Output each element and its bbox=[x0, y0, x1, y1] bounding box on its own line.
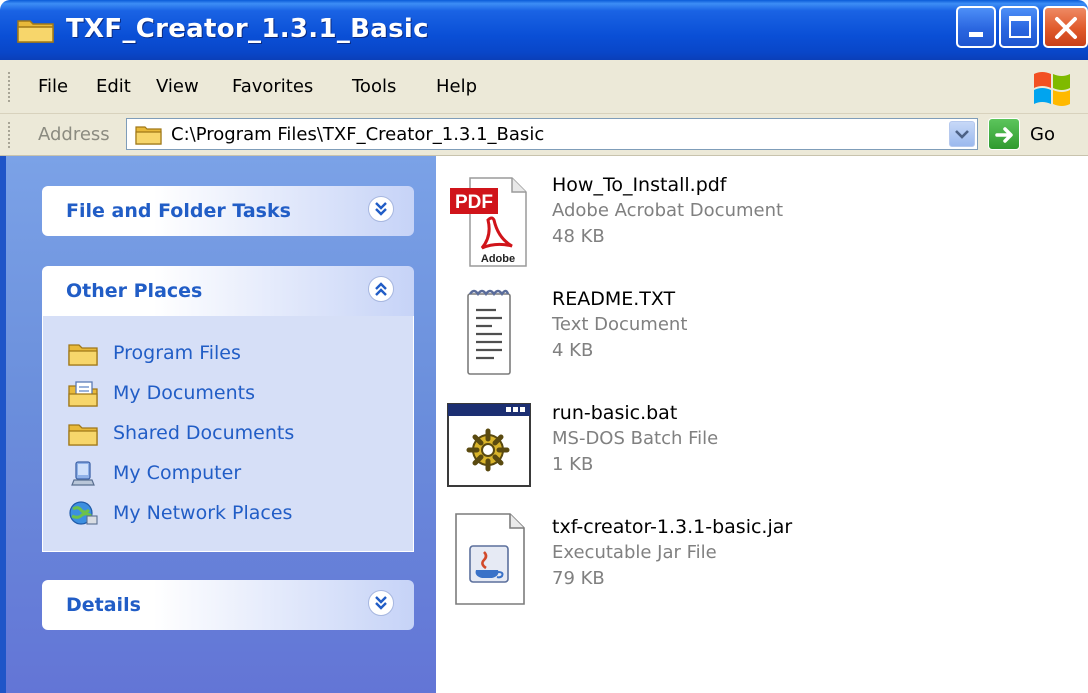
network-places-icon bbox=[69, 501, 98, 525]
file-item-readme[interactable]: README.TXT Text Document 4 KB bbox=[444, 284, 1064, 390]
file-size: 1 KB bbox=[552, 454, 594, 475]
maximize-button[interactable] bbox=[999, 6, 1039, 48]
menu-help[interactable]: Help bbox=[436, 76, 477, 97]
my-documents-icon bbox=[68, 381, 98, 407]
file-type: MS-DOS Batch File bbox=[552, 428, 719, 449]
file-name: run-basic.bat bbox=[552, 402, 678, 424]
place-label: My Documents bbox=[113, 382, 256, 404]
chevron-down-icon bbox=[955, 130, 969, 139]
expand-chevron-icon[interactable] bbox=[368, 196, 394, 222]
collapse-chevron-icon[interactable] bbox=[368, 276, 394, 302]
expand-chevron-icon[interactable] bbox=[368, 590, 394, 616]
pdf-file-icon: PDF Adobe bbox=[450, 177, 527, 267]
place-label: Program Files bbox=[113, 342, 241, 364]
go-label: Go bbox=[1030, 124, 1055, 145]
pdf-icon-text: PDF bbox=[455, 192, 493, 213]
adobe-icon-text: Adobe bbox=[481, 253, 515, 265]
file-type: Adobe Acrobat Document bbox=[552, 200, 784, 221]
other-places-header[interactable]: Other Places bbox=[42, 266, 414, 316]
jar-file-icon bbox=[455, 513, 525, 605]
file-size: 48 KB bbox=[552, 226, 605, 247]
file-name: How_To_Install.pdf bbox=[552, 174, 727, 196]
address-bar-grip[interactable] bbox=[8, 122, 14, 148]
panel-title: Other Places bbox=[66, 280, 203, 302]
place-item-my-network-places[interactable]: My Network Places bbox=[67, 496, 397, 532]
explorer-window: TXF_Creator_1.3.1_Basic File Edit View F… bbox=[0, 0, 1088, 693]
file-item-how-to-install[interactable]: PDF Adobe How_To_Install.pdf Adobe Acrob… bbox=[444, 170, 1064, 276]
file-list: PDF Adobe How_To_Install.pdf Adobe Acrob… bbox=[436, 156, 1088, 693]
address-dropdown-button[interactable] bbox=[949, 121, 975, 147]
place-item-my-documents[interactable]: My Documents bbox=[67, 376, 397, 412]
menu-bar: File Edit View Favorites Tools Help bbox=[0, 60, 1088, 114]
menu-view[interactable]: View bbox=[156, 76, 199, 97]
menu-edit[interactable]: Edit bbox=[96, 76, 131, 97]
place-item-shared-documents[interactable]: Shared Documents bbox=[67, 416, 397, 452]
minimize-icon bbox=[969, 32, 983, 37]
go-arrow-icon bbox=[988, 118, 1020, 150]
folder-icon bbox=[17, 20, 54, 43]
file-size: 4 KB bbox=[552, 340, 594, 361]
window-title: TXF_Creator_1.3.1_Basic bbox=[66, 14, 429, 44]
file-folder-tasks-panel: File and Folder Tasks bbox=[42, 186, 414, 236]
file-size: 79 KB bbox=[552, 568, 605, 589]
batch-file-icon bbox=[447, 403, 531, 487]
place-label: My Computer bbox=[113, 462, 242, 484]
other-places-panel: Other Places Program Files My Documents … bbox=[42, 266, 414, 552]
close-icon bbox=[1055, 17, 1077, 39]
panel-title: File and Folder Tasks bbox=[66, 200, 291, 222]
details-panel: Details bbox=[42, 580, 414, 630]
file-item-run-basic-bat[interactable]: run-basic.bat MS-DOS Batch File 1 KB bbox=[444, 398, 1064, 504]
place-item-program-files[interactable]: Program Files bbox=[67, 336, 397, 372]
my-computer-icon bbox=[71, 461, 95, 486]
folder-icon bbox=[135, 126, 162, 145]
address-input[interactable]: C:\Program Files\TXF_Creator_1.3.1_Basic bbox=[126, 118, 978, 150]
details-header[interactable]: Details bbox=[42, 580, 414, 630]
folder-icon bbox=[68, 344, 98, 366]
other-places-list: Program Files My Documents Shared Docume… bbox=[42, 316, 414, 552]
panel-title: Details bbox=[66, 594, 141, 616]
file-name: txf-creator-1.3.1-basic.jar bbox=[552, 516, 793, 538]
folder-icon bbox=[68, 424, 98, 446]
task-pane: File and Folder Tasks Other Places Progr… bbox=[0, 156, 436, 693]
menu-tools[interactable]: Tools bbox=[352, 76, 396, 97]
file-folder-tasks-header[interactable]: File and Folder Tasks bbox=[42, 186, 414, 236]
file-item-txf-creator-jar[interactable]: txf-creator-1.3.1-basic.jar Executable J… bbox=[444, 512, 1064, 618]
address-path: C:\Program Files\TXF_Creator_1.3.1_Basic bbox=[171, 124, 545, 145]
place-label: My Network Places bbox=[113, 502, 293, 524]
go-button[interactable]: Go bbox=[988, 118, 1078, 150]
place-label: Shared Documents bbox=[113, 422, 295, 444]
file-name: README.TXT bbox=[552, 288, 676, 310]
menu-file[interactable]: File bbox=[38, 76, 68, 97]
address-label: Address bbox=[38, 124, 110, 145]
address-bar: Address C:\Program Files\TXF_Creator_1.3… bbox=[0, 114, 1088, 156]
maximize-icon bbox=[1009, 16, 1031, 38]
windows-logo-icon bbox=[1034, 72, 1070, 106]
file-type: Text Document bbox=[552, 314, 688, 335]
minimize-button[interactable] bbox=[956, 6, 996, 48]
close-button[interactable] bbox=[1043, 6, 1088, 48]
file-type: Executable Jar File bbox=[552, 542, 717, 563]
menu-favorites[interactable]: Favorites bbox=[232, 76, 313, 97]
content-area: File and Folder Tasks Other Places Progr… bbox=[0, 156, 1088, 693]
place-item-my-computer[interactable]: My Computer bbox=[67, 456, 397, 492]
menu-bar-grip[interactable] bbox=[8, 72, 14, 102]
text-file-icon bbox=[467, 289, 511, 375]
title-bar[interactable]: TXF_Creator_1.3.1_Basic bbox=[0, 0, 1088, 60]
